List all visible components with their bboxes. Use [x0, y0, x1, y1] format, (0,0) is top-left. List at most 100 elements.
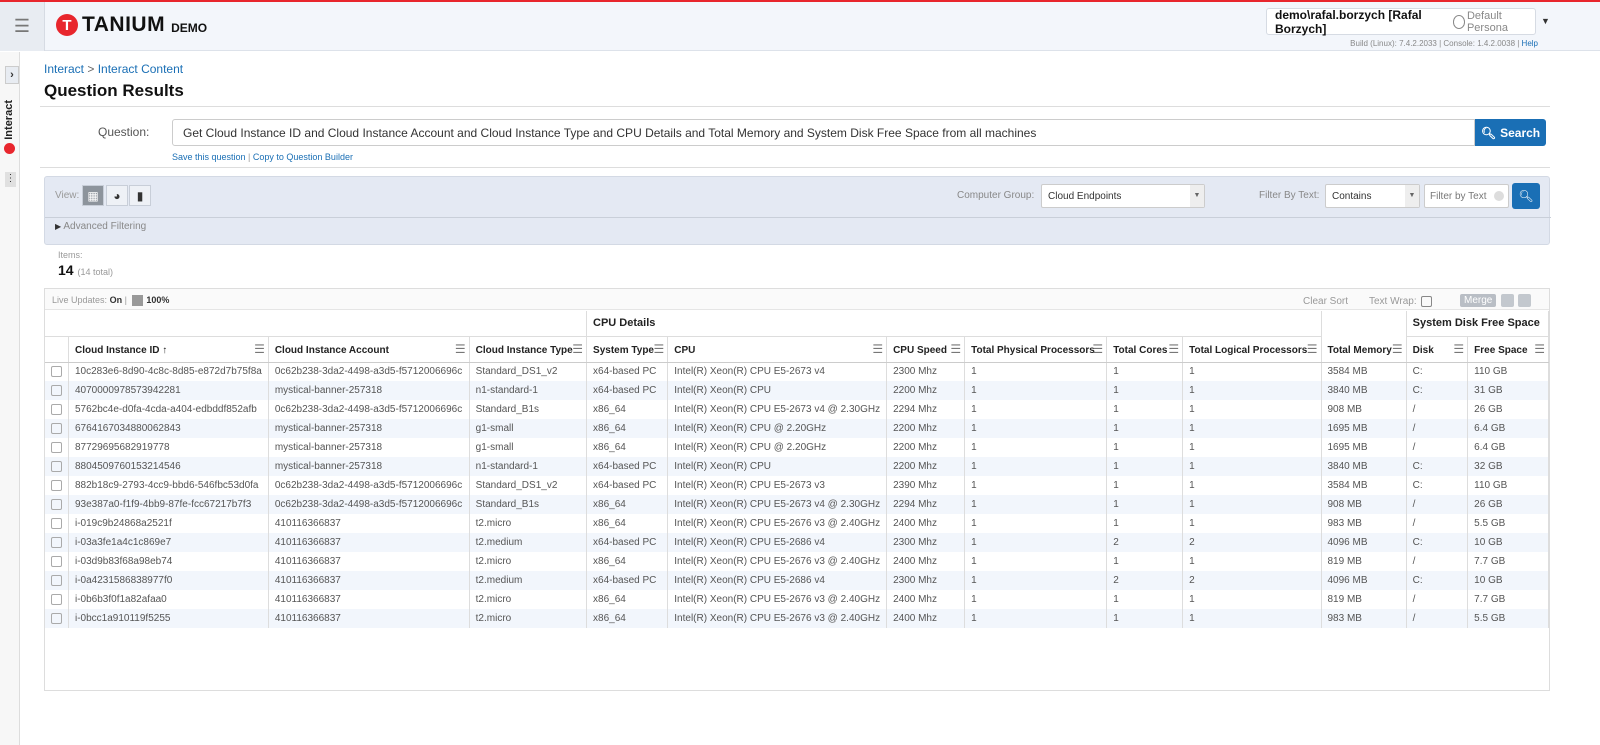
table-row[interactable]: i-0b6b3f0f1a82afaa0 410116366837 t2.micro x… — [45, 590, 1549, 609]
row-checkbox[interactable] — [51, 555, 62, 567]
table-view-icon[interactable]: ▦ — [82, 185, 104, 206]
table-cell: x64-based PC — [586, 571, 669, 590]
copy-to-question-builder-link[interactable]: Copy to Question Builder — [253, 152, 353, 162]
column-header[interactable]: Total Logical Processors ☰ — [1182, 336, 1322, 363]
filter-mode-select[interactable]: Contains ▼ — [1325, 184, 1420, 208]
table-row[interactable]: i-0bcc1a910119f5255 410116366837 t2.micro x… — [45, 609, 1549, 628]
tanium-logo[interactable]: T TANIUM DEMO — [56, 14, 207, 36]
column-menu-icon[interactable]: ☰ — [254, 342, 265, 356]
column-header[interactable]: Total Memory ☰ — [1321, 336, 1407, 363]
search-button[interactable]: 🔍︎ Search — [1475, 119, 1546, 146]
bar-chart-view-icon[interactable]: ▮ — [129, 185, 151, 206]
row-checkbox[interactable] — [51, 612, 62, 624]
sidebar-interact-tab[interactable]: Interact — [0, 100, 18, 160]
table-cell: 1 — [964, 495, 1108, 514]
table-row[interactable]: i-03a3fe1a4c1c869e7 410116366837 t2.medium… — [45, 533, 1549, 552]
table-row[interactable]: 93e387a0-f1f9-4bb9-87fe-fcc67217b7f3 0c62… — [45, 495, 1549, 514]
table-row[interactable]: i-0a4231586838977f0 410116366837 t2.medium… — [45, 571, 1549, 590]
row-checkbox[interactable] — [51, 498, 62, 510]
filter-text-input[interactable]: Filter by Text — [1424, 184, 1509, 208]
column-header[interactable]: CPU Speed ☰ — [886, 336, 966, 363]
text-wrap-checkbox[interactable] — [1420, 296, 1432, 307]
row-checkbox[interactable] — [51, 384, 62, 396]
column-menu-icon[interactable]: ☰ — [1392, 342, 1403, 356]
row-checkbox[interactable] — [51, 479, 62, 491]
computer-group-select[interactable]: Cloud Endpoints ▼ — [1041, 184, 1205, 208]
column-menu-icon[interactable]: ☰ — [1307, 342, 1318, 356]
row-checkbox[interactable] — [51, 536, 62, 548]
row-checkbox[interactable] — [51, 593, 62, 605]
table-cell: 10 GB — [1467, 533, 1549, 552]
advanced-filtering-toggle[interactable]: ▶ Advanced Filtering — [55, 221, 146, 232]
text-wrap-toggle[interactable]: Text Wrap: — [1369, 296, 1432, 307]
table-cell: 10 GB — [1467, 571, 1549, 590]
results-grid: Live Updates: On | 100% Clear Sort Text … — [44, 288, 1550, 691]
user-dropdown-caret-icon[interactable]: ▼ — [1541, 16, 1550, 26]
column-menu-icon[interactable]: ☰ — [572, 342, 583, 356]
column-header[interactable]: System Type ☰ — [586, 336, 669, 363]
more-options-icon[interactable]: ⋮ — [5, 172, 16, 187]
filter-search-button[interactable]: 🔍︎ — [1512, 183, 1540, 209]
column-menu-icon[interactable]: ☰ — [455, 342, 466, 356]
table-row[interactable]: 4070000978573942281 mystical-banner-25731… — [45, 381, 1549, 400]
table-cell: 1 — [1106, 552, 1184, 571]
column-menu-icon[interactable]: ☰ — [1534, 342, 1545, 356]
row-checkbox[interactable] — [51, 574, 62, 586]
row-checkbox[interactable] — [51, 366, 62, 378]
pie-chart-view-icon[interactable]: ◕ — [106, 185, 128, 206]
live-updates: Live Updates: On | 100% — [52, 295, 170, 307]
table-cell: 0c62b238-3da2-4498-a3d5-f5712006696c — [268, 476, 470, 495]
copy-icon[interactable] — [1518, 294, 1531, 307]
table-cell: 7.7 GB — [1467, 590, 1549, 609]
question-input[interactable]: Get Cloud Instance ID and Cloud Instance… — [172, 119, 1475, 146]
table-row[interactable]: 10c283e6-8d90-4c8c-8d85-e872d7b75f8a 0c62… — [45, 362, 1549, 381]
row-checkbox[interactable] — [51, 517, 62, 529]
save-question-link[interactable]: Save this question — [172, 152, 246, 162]
column-header[interactable]: Free Space ☰ — [1467, 336, 1549, 363]
table-row[interactable]: 8804509760153214546 mystical-banner-25731… — [45, 457, 1549, 476]
row-checkbox[interactable] — [51, 422, 62, 434]
merge-button[interactable]: Merge — [1460, 294, 1497, 307]
column-menu-icon[interactable]: ☰ — [1168, 342, 1179, 356]
table-row[interactable]: 6764167034880062843 mystical-banner-25731… — [45, 419, 1549, 438]
row-checkbox[interactable] — [51, 460, 62, 472]
table-row[interactable]: i-019c9b24868a2521f 410116366837 t2.micro x… — [45, 514, 1549, 533]
column-menu-icon[interactable]: ☰ — [950, 342, 961, 356]
expand-sidebar-chevron-icon[interactable]: › — [5, 66, 19, 84]
user-persona-selector[interactable]: demo\rafal.borzych [Rafal Borzych] Defau… — [1266, 8, 1536, 36]
column-header[interactable]: Total Physical Processors ☰ — [964, 336, 1108, 363]
column-menu-icon[interactable]: ☰ — [1092, 342, 1103, 356]
column-header[interactable]: Cloud Instance Account ☰ — [268, 336, 470, 363]
table-row[interactable]: 5762bc4e-d0fa-4cda-a404-edbddf852afb 0c62… — [45, 400, 1549, 419]
row-checkbox[interactable] — [51, 403, 62, 415]
column-header[interactable]: Disk ☰ — [1406, 336, 1469, 363]
column-header[interactable]: Cloud Instance Type ☰ — [469, 336, 588, 363]
pause-icon[interactable] — [132, 295, 144, 307]
column-header[interactable]: Cloud Instance ID ↑ ☰ — [68, 336, 269, 363]
table-row[interactable]: 882b18c9-2793-4cc9-bbd6-546fbc53d0fa 0c62… — [45, 476, 1549, 495]
table-cell: 2400 Mhz — [886, 514, 966, 533]
clear-icon[interactable] — [1494, 191, 1504, 201]
breadcrumb-interact-content[interactable]: Interact Content — [98, 62, 183, 76]
table-cell: Intel(R) Xeon(R) CPU — [667, 381, 888, 400]
column-menu-icon[interactable]: ☰ — [1453, 342, 1464, 356]
table-cell: mystical-banner-257318 — [268, 438, 470, 457]
table-cell: 1 — [964, 400, 1108, 419]
column-header[interactable]: Total Cores ☰ — [1106, 336, 1184, 363]
export-icon[interactable] — [1501, 294, 1514, 307]
row-checkbox[interactable] — [51, 441, 62, 453]
table-cell: 0c62b238-3da2-4498-a3d5-f5712006696c — [268, 495, 470, 514]
column-header[interactable]: CPU ☰ — [667, 336, 888, 363]
column-menu-icon[interactable]: ☰ — [872, 342, 883, 356]
table-cell: Standard_B1s — [469, 400, 588, 419]
hamburger-menu-icon[interactable]: ☰ — [0, 2, 45, 51]
breadcrumb-interact[interactable]: Interact — [44, 62, 84, 76]
table-row[interactable]: 87729695682919778 mystical-banner-257318 g… — [45, 438, 1549, 457]
help-link[interactable]: Help — [1522, 39, 1538, 48]
table-row[interactable]: i-03d9b83f68a98eb74 410116366837 t2.micro x… — [45, 552, 1549, 571]
table-cell: x86_64 — [586, 609, 669, 628]
row-select-cell — [45, 419, 69, 438]
column-menu-icon[interactable]: ☰ — [654, 342, 665, 356]
clear-sort-link[interactable]: Clear Sort — [1303, 296, 1348, 307]
sidebar-label: Interact — [3, 100, 15, 140]
